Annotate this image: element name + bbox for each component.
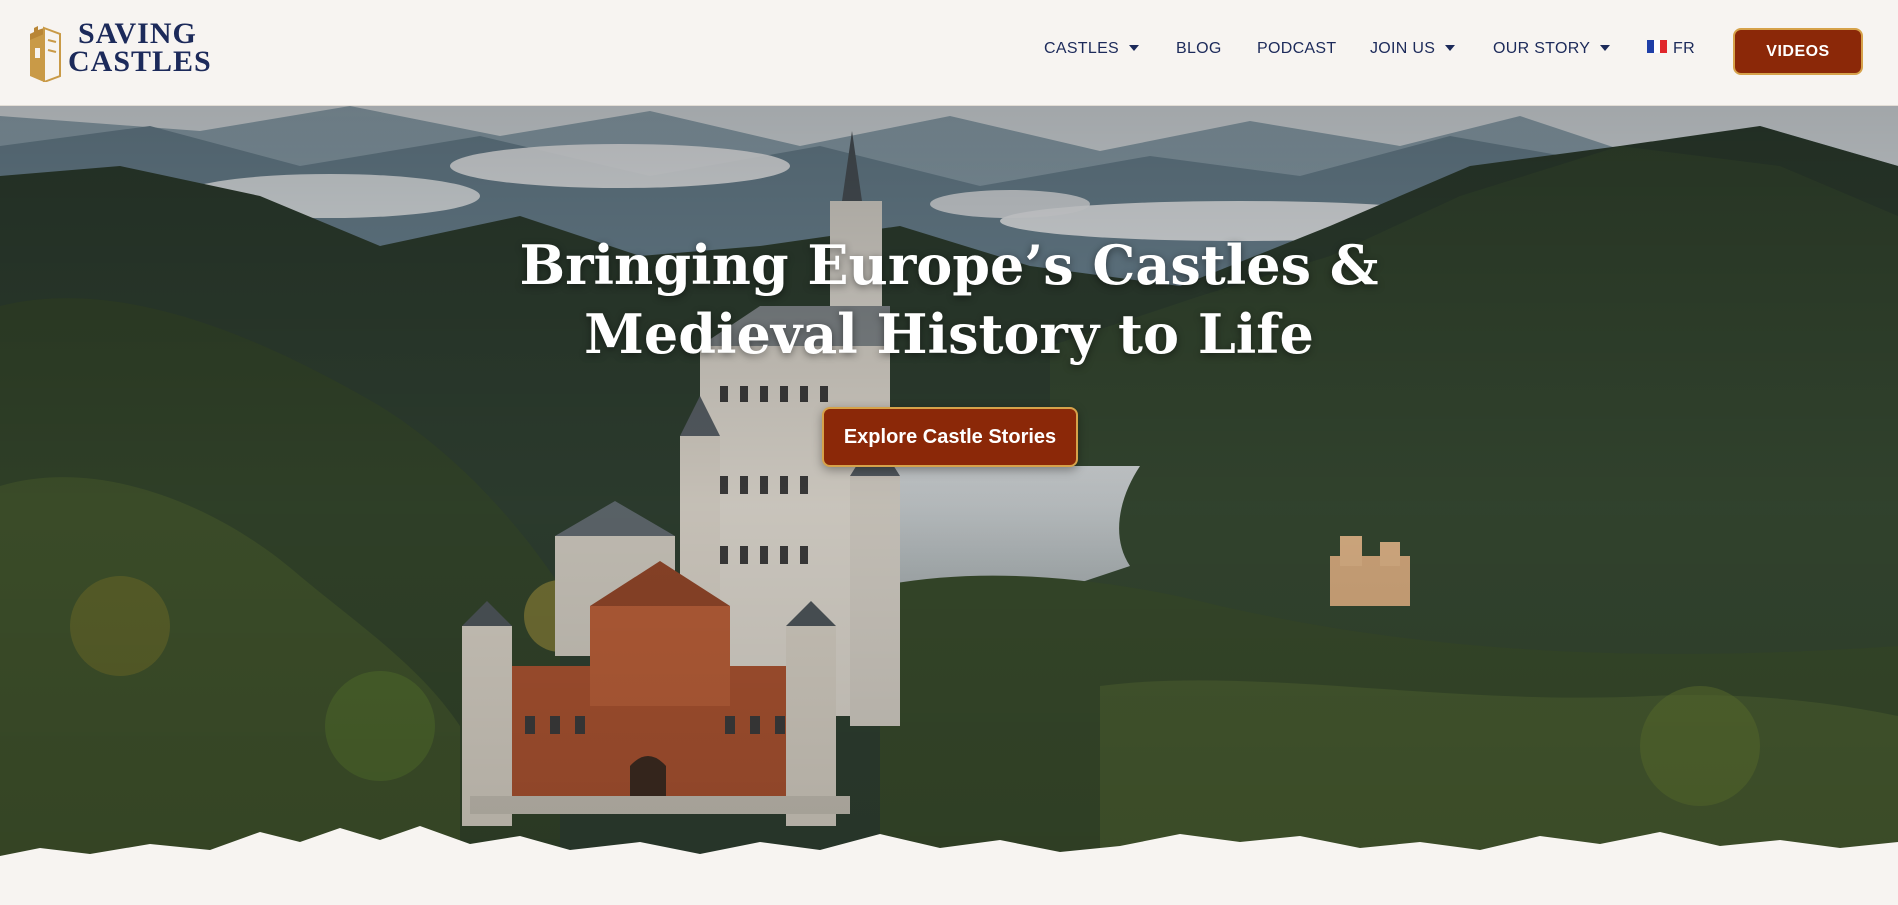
nav-item-label: BLOG: [1176, 40, 1222, 57]
hero-heading-line-2: Medieval History to Life: [584, 302, 1314, 366]
site-header: SAVING CASTLES CASTLES BLOG PODCAST JOIN…: [0, 0, 1898, 106]
hero-background-image: [0, 106, 1898, 905]
saving-castles-logo[interactable]: SAVING CASTLES: [28, 18, 211, 84]
hero-heading: Bringing Europe’s Castles & Medieval His…: [0, 231, 1898, 369]
france-flag-icon: [1647, 40, 1667, 54]
language-label: FR: [1673, 40, 1695, 57]
nav-item-join-us[interactable]: JOIN US: [1370, 40, 1456, 58]
explore-castle-stories-button[interactable]: Explore Castle Stories: [822, 407, 1078, 467]
nav-item-label: PODCAST: [1257, 40, 1337, 57]
chevron-down-icon: [1600, 44, 1611, 51]
nav-item-castles[interactable]: CASTLES: [1044, 40, 1140, 58]
hero-section: Bringing Europe’s Castles & Medieval His…: [0, 106, 1898, 905]
logo-line-1: SAVING: [78, 17, 197, 50]
chevron-down-icon: [1445, 44, 1456, 51]
language-switcher[interactable]: FR: [1647, 40, 1695, 58]
nav-item-label: JOIN US: [1370, 40, 1436, 57]
chevron-down-icon: [1129, 44, 1140, 51]
nav-item-podcast[interactable]: PODCAST: [1257, 40, 1336, 58]
logo-line-2: CASTLES: [68, 45, 212, 78]
logo-wordmark: SAVING CASTLES: [68, 17, 212, 78]
hero-heading-line-1: Bringing Europe’s Castles &: [519, 233, 1379, 297]
nav-item-blog[interactable]: BLOG: [1176, 40, 1222, 58]
nav-item-label: CASTLES: [1044, 40, 1120, 57]
nav-item-label: OUR STORY: [1493, 40, 1591, 57]
videos-button[interactable]: VIDEOS: [1733, 28, 1863, 75]
nav-item-our-story[interactable]: OUR STORY: [1493, 40, 1611, 58]
castle-tower-icon: [30, 26, 61, 82]
